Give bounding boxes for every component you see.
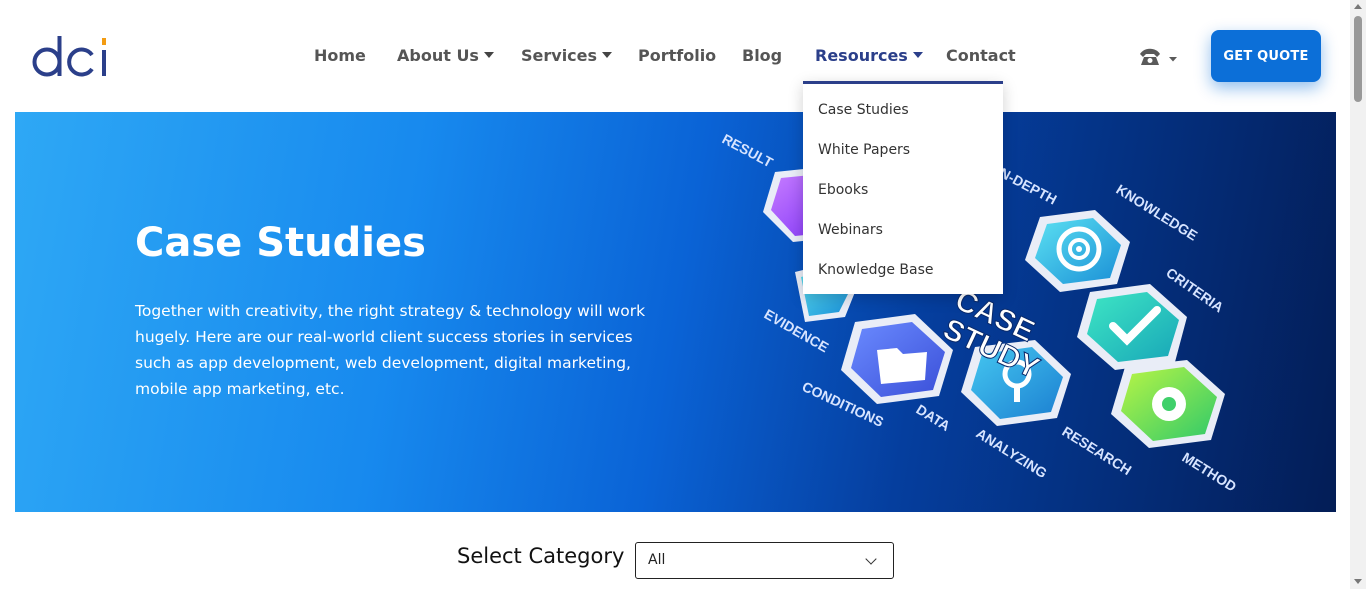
- dropdown-item-case-studies[interactable]: Case Studies: [803, 98, 1003, 138]
- svg-text:KNOWLEDGE: KNOWLEDGE: [1113, 181, 1200, 244]
- caret-down-icon: [912, 52, 923, 58]
- caret-down-icon: [483, 52, 494, 58]
- hex-tile-folder: [841, 314, 953, 404]
- hero-banner: Case Studies Together with creativity, t…: [15, 112, 1336, 512]
- caret-down-icon: [602, 52, 613, 58]
- page-scrollbar[interactable]: [1350, 0, 1366, 589]
- get-quote-button[interactable]: GET QUOTE: [1211, 30, 1321, 82]
- nav-contact-label: Contact: [946, 46, 1016, 65]
- dropdown-item-knowledge-base[interactable]: Knowledge Base: [803, 258, 1003, 298]
- svg-text:METHOD: METHOD: [1179, 449, 1239, 495]
- chevron-down-icon: [865, 553, 877, 565]
- nav-about-us[interactable]: About Us: [397, 46, 494, 65]
- nav-resources[interactable]: Resources: [815, 46, 923, 65]
- svg-text:ANALYZING: ANALYZING: [973, 425, 1050, 481]
- dci-logo-mark: [32, 36, 106, 77]
- chevron-down-icon: [1169, 57, 1177, 62]
- nav-about-label: About Us: [397, 46, 479, 65]
- nav-home[interactable]: Home: [314, 46, 366, 65]
- scroll-up-arrow-icon[interactable]: [1354, 4, 1362, 9]
- svg-text:RESEARCH: RESEARCH: [1059, 423, 1134, 478]
- svg-text:RESULT: RESULT: [720, 131, 776, 171]
- nav-home-label: Home: [314, 46, 366, 65]
- dropdown-item-white-papers[interactable]: White Papers: [803, 138, 1003, 178]
- nav-blog-label: Blog: [742, 46, 783, 65]
- nav-resources-label: Resources: [815, 46, 908, 65]
- nav-contact[interactable]: Contact: [946, 46, 1016, 65]
- hero-description: Together with creativity, the right stra…: [135, 302, 646, 398]
- category-select[interactable]: All: [635, 542, 894, 579]
- hex-tile-check: [1077, 284, 1187, 370]
- site-header: Home About Us Services Portfolio Blog Re…: [0, 0, 1350, 112]
- nav-services[interactable]: Services: [521, 46, 613, 65]
- hero-title: Case Studies: [135, 220, 426, 266]
- dci-logo[interactable]: [30, 30, 120, 82]
- select-category-label: Select Category: [457, 544, 625, 568]
- category-select-value: All: [648, 552, 666, 568]
- svg-text:DATA: DATA: [913, 401, 953, 434]
- dropdown-item-webinars[interactable]: Webinars: [803, 218, 1003, 258]
- svg-text:IN-DEPTH: IN-DEPTH: [994, 163, 1060, 208]
- hex-tile-target: [1025, 210, 1130, 292]
- resources-dropdown: Case Studies White Papers Ebooks Webinar…: [803, 81, 1003, 294]
- phone-menu-toggle[interactable]: [1138, 45, 1180, 69]
- nav-portfolio[interactable]: Portfolio: [638, 46, 716, 65]
- phone-icon: [1140, 48, 1177, 65]
- scroll-thumb[interactable]: [1354, 16, 1362, 102]
- case-study-illustration: CASE STUDY RESULT IN-DEPTH KNOWLEDGE CRI…: [720, 131, 1240, 495]
- dropdown-item-ebooks[interactable]: Ebooks: [803, 178, 1003, 218]
- scroll-down-arrow-icon[interactable]: [1354, 579, 1362, 584]
- nav-portfolio-label: Portfolio: [638, 46, 717, 65]
- nav-services-label: Services: [521, 46, 598, 65]
- nav-blog[interactable]: Blog: [742, 46, 782, 65]
- hex-tile-gear: [1111, 360, 1225, 448]
